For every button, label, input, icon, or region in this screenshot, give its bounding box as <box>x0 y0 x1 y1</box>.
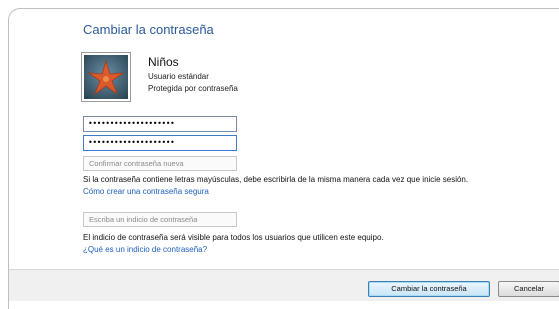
hint-visibility-notice: El indicio de contraseña será visible pa… <box>83 233 384 242</box>
confirm-new-password-input[interactable]: Confirmar contraseña nueva <box>83 156 237 171</box>
starfish-avatar-icon <box>81 52 131 102</box>
new-password-field[interactable]: •••••••••••••••••••• <box>83 116 237 132</box>
user-account-type: Usuario estándar <box>148 72 209 81</box>
user-protection-status: Protegida por contraseña <box>148 84 238 93</box>
page-title: Cambiar la contraseña <box>83 22 214 37</box>
create-secure-password-link[interactable]: Cómo crear una contraseña segura <box>83 187 209 196</box>
user-name: Niños <box>148 55 179 69</box>
password-hint-input[interactable]: Escriba un indicio de contraseña <box>83 212 237 227</box>
confirm-password-field-active[interactable]: •••••••••••••••••••• <box>83 135 237 151</box>
cancel-button[interactable]: Cancelar <box>498 281 559 297</box>
case-sensitivity-notice: Si la contraseña contiene letras mayúscu… <box>83 175 469 184</box>
what-is-hint-link[interactable]: ¿Qué es un indicio de contraseña? <box>83 245 207 254</box>
change-password-button[interactable]: Cambiar la contraseña <box>368 281 490 297</box>
